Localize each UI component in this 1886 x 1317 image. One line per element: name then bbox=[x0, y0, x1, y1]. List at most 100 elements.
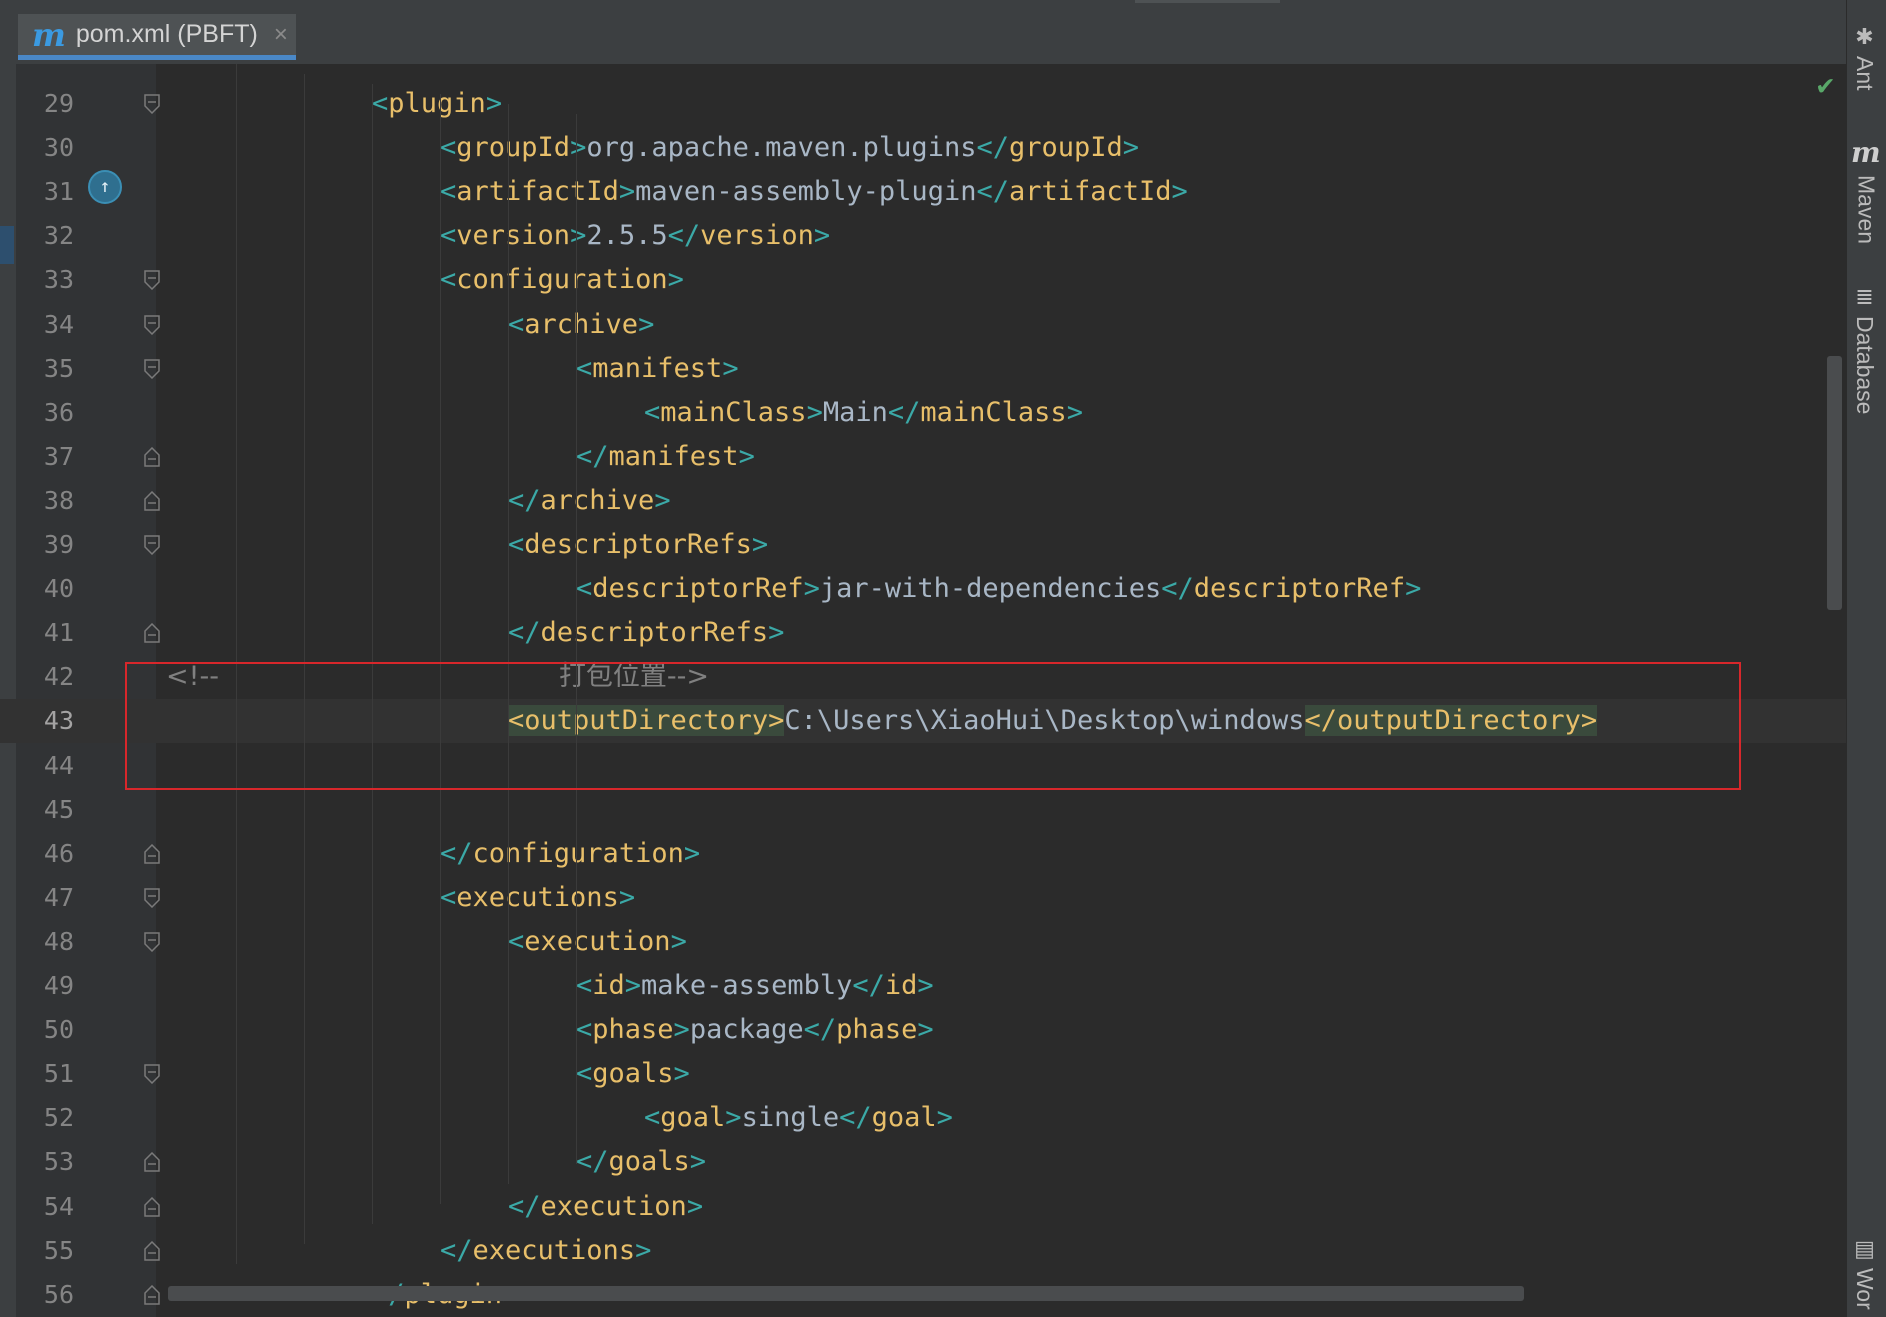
maven-m-icon: m bbox=[32, 15, 66, 54]
xml-bracket: > bbox=[683, 837, 701, 869]
xml-bracket: > bbox=[654, 484, 671, 516]
xml-bracket: </ bbox=[976, 132, 1009, 164]
fold-collapse-icon[interactable] bbox=[144, 932, 160, 952]
xml-tag-name: descriptorRefs bbox=[524, 529, 752, 560]
line-number: 56 bbox=[43, 1279, 74, 1309]
code-line[interactable]: 38 </archive> bbox=[0, 479, 1846, 523]
code-line[interactable]: 36 <mainClass>Main</mainClass> bbox=[0, 391, 1846, 435]
fold-end-icon[interactable] bbox=[144, 490, 160, 511]
fold-collapse-icon[interactable] bbox=[144, 270, 160, 291]
code-text: <executions> bbox=[440, 876, 635, 920]
code-line[interactable]: 34 <archive> bbox=[0, 303, 1846, 347]
code-line[interactable]: 32 <version>2.5.5</version> bbox=[0, 214, 1846, 258]
xml-bracket: > bbox=[751, 529, 769, 560]
override-gutter-icon[interactable]: ↑ bbox=[88, 170, 122, 204]
xml-tag-name: executions bbox=[456, 881, 619, 913]
tab-pom-xml[interactable]: m pom.xml (PBFT) × bbox=[18, 14, 296, 60]
code-line[interactable]: 54 </execution> bbox=[0, 1185, 1846, 1229]
xml-tag-name: configuration bbox=[456, 264, 668, 296]
fold-collapse-icon[interactable] bbox=[144, 1064, 160, 1085]
xml-tag-name: manifest bbox=[592, 352, 723, 384]
xml-bracket: < bbox=[644, 396, 661, 428]
code-line[interactable]: 51 <goals> bbox=[0, 1052, 1846, 1096]
code-line[interactable]: 48 <execution> bbox=[0, 920, 1846, 964]
code-line[interactable]: 53 </goals> bbox=[0, 1140, 1846, 1184]
line-number: 38 bbox=[43, 485, 74, 515]
xml-tag-name: id bbox=[592, 970, 625, 1001]
xml-text: Main bbox=[822, 396, 888, 428]
toolbar-widget[interactable] bbox=[1135, 0, 1280, 3]
xml-tag-name: goals bbox=[592, 1058, 674, 1090]
xml-bracket: > bbox=[738, 440, 755, 472]
close-icon[interactable]: × bbox=[274, 21, 288, 49]
fold-collapse-icon[interactable] bbox=[144, 314, 160, 335]
tool-window-ant[interactable]: ✱ Ant bbox=[1851, 24, 1878, 91]
code-line[interactable]: 46 </configuration> bbox=[0, 832, 1846, 876]
tab-title: pom.xml (PBFT) bbox=[75, 20, 258, 48]
code-line[interactable]: 31 <artifactId>maven-assembly-plugin</art… bbox=[0, 170, 1846, 214]
tool-label: Ant bbox=[1852, 56, 1878, 91]
line-number: 31 bbox=[43, 177, 74, 207]
code-line[interactable]: 47 <executions> bbox=[0, 876, 1846, 920]
xml-bracket: > bbox=[803, 573, 820, 605]
xml-bracket: </ bbox=[1161, 573, 1194, 605]
xml-bracket: > bbox=[618, 176, 636, 208]
fold-end-icon[interactable] bbox=[144, 446, 160, 467]
fold-end-icon[interactable] bbox=[144, 1240, 160, 1261]
tool-window-maven[interactable]: m Maven bbox=[1851, 136, 1881, 244]
horizontal-scrollbar[interactable] bbox=[168, 1286, 1524, 1301]
xml-tag-name: manifest bbox=[608, 440, 739, 472]
tool-window-word[interactable]: ▤ Wor bbox=[1851, 1236, 1878, 1310]
code-line[interactable]: 30 <groupId>org.apache.maven.plugins</gro… bbox=[0, 126, 1846, 170]
code-line[interactable]: 29 <plugin> bbox=[0, 82, 1846, 126]
code-line[interactable]: 50 <phase>package</phase> bbox=[0, 1008, 1846, 1052]
line-number: 47 bbox=[43, 882, 74, 912]
fold-end-icon[interactable] bbox=[144, 1284, 160, 1305]
xml-bracket: > bbox=[722, 352, 739, 384]
line-number: 54 bbox=[43, 1191, 74, 1221]
fold-collapse-icon[interactable] bbox=[144, 535, 160, 555]
fold-end-icon[interactable] bbox=[144, 623, 160, 643]
fold-end-icon[interactable] bbox=[144, 843, 160, 864]
code-line[interactable]: 49 <id>make-assembly</id> bbox=[0, 964, 1846, 1008]
code-line[interactable]: 45 bbox=[0, 788, 1846, 832]
fold-collapse-icon[interactable] bbox=[144, 94, 160, 114]
xml-bracket: > bbox=[667, 264, 684, 296]
vertical-scrollbar[interactable] bbox=[1827, 356, 1842, 610]
code-line[interactable]: 37 </manifest> bbox=[0, 435, 1846, 479]
xml-tag-name: execution bbox=[540, 1190, 687, 1222]
indent-guide bbox=[508, 104, 509, 1184]
xml-bracket: </ bbox=[887, 396, 921, 428]
code-line[interactable]: 33 <configuration> bbox=[0, 258, 1846, 302]
fold-collapse-icon[interactable] bbox=[144, 888, 160, 908]
line-number: 41 bbox=[43, 618, 74, 648]
code-text: <version>2.5.5</version> bbox=[440, 214, 830, 258]
code-text: <id>make-assembly</id> bbox=[576, 964, 934, 1008]
tool-window-database[interactable]: ≣ Database bbox=[1851, 284, 1878, 414]
code-text: </goals> bbox=[576, 1140, 706, 1184]
code-line[interactable]: 39 <descriptorRefs> bbox=[0, 523, 1846, 567]
code-text: </manifest> bbox=[576, 435, 755, 479]
ant-icon: ✱ bbox=[1855, 24, 1874, 49]
code-line[interactable]: 40 <descriptorRef>jar-with-dependencies</… bbox=[0, 567, 1846, 611]
code-line[interactable]: 55 </executions> bbox=[0, 1229, 1846, 1273]
code-line[interactable]: 52 <goal>single</goal> bbox=[0, 1096, 1846, 1140]
fold-collapse-icon[interactable] bbox=[144, 358, 160, 379]
code-text: <plugin> bbox=[372, 82, 502, 126]
line-number: 52 bbox=[43, 1103, 74, 1133]
inspection-ok-icon[interactable]: ✔ bbox=[1817, 68, 1834, 101]
xml-bracket: </ bbox=[508, 617, 541, 649]
fold-end-icon[interactable] bbox=[144, 1196, 160, 1217]
code-text: <descriptorRef>jar-with-dependencies</de… bbox=[576, 567, 1421, 611]
xml-bracket: </ bbox=[803, 1014, 837, 1046]
xml-bracket: > bbox=[936, 1102, 953, 1134]
code-text: <phase>package</phase> bbox=[576, 1008, 934, 1052]
xml-text: make-assembly bbox=[641, 970, 853, 1001]
code-line[interactable]: 35 <manifest> bbox=[0, 347, 1846, 391]
fold-end-icon[interactable] bbox=[144, 1152, 160, 1173]
line-number: 53 bbox=[43, 1147, 74, 1177]
xml-bracket: < bbox=[576, 1014, 593, 1046]
right-tool-strip: ✱ Ant m Maven ≣ Database ▤ Wor bbox=[1846, 0, 1886, 1317]
line-number: 33 bbox=[43, 265, 74, 295]
code-line[interactable]: 41 </descriptorRefs> bbox=[0, 611, 1846, 655]
